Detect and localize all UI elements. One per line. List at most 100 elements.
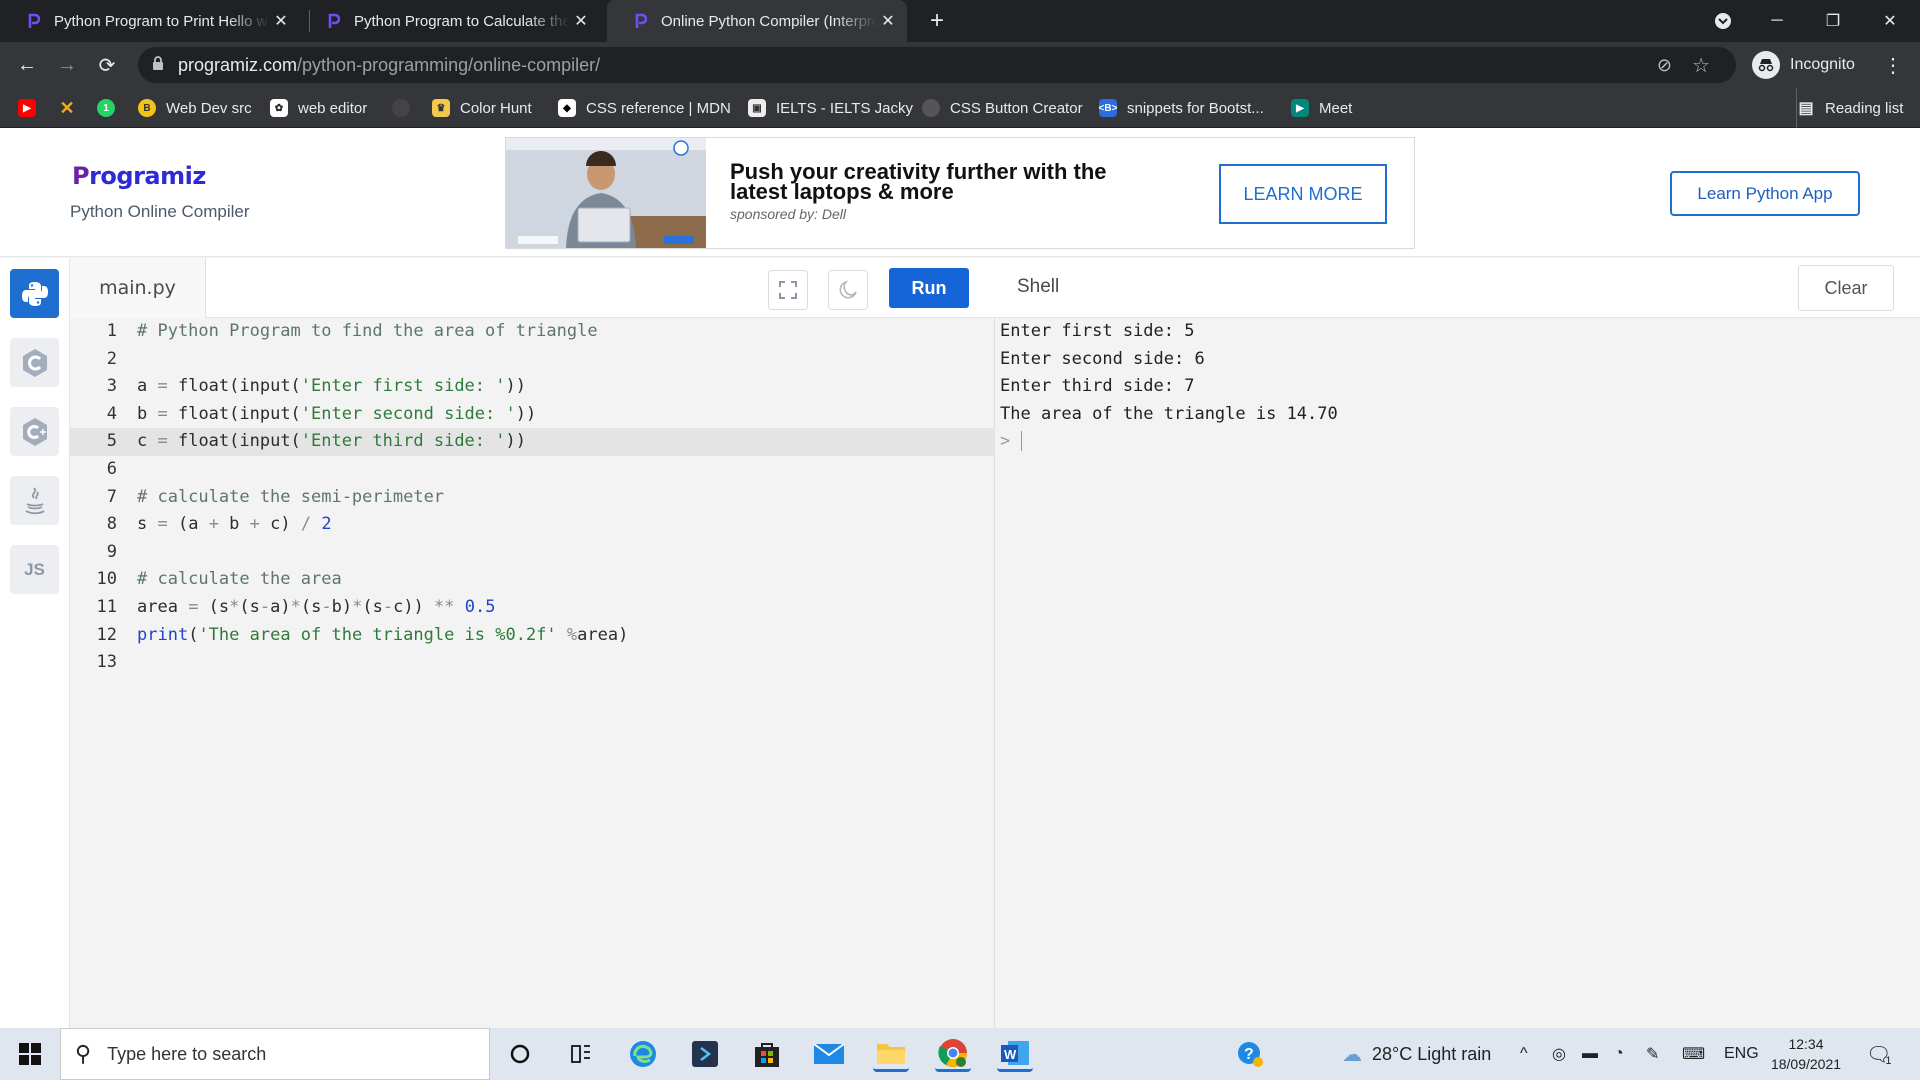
address-bar[interactable]: programiz.com/python-programming/online-… [138,47,1736,83]
bookmark-css-button-creator[interactable]: CSS Button Creator [922,88,1083,128]
advertisement-banner[interactable]: Push your creativity further with the la… [505,137,1415,249]
javascript-language-button[interactable]: JS [10,545,59,594]
bookmark-color-hunt[interactable]: ♛ Color Hunt [432,88,532,128]
code-line: 3a = float(input('Enter first side: ')) [106,376,526,397]
bookmark-web-dev-src[interactable]: B Web Dev src [138,88,252,128]
c-language-button[interactable] [10,338,59,387]
reload-icon[interactable]: ⟳ [92,50,122,80]
python-language-button[interactable] [10,269,59,318]
microsoft-store-icon[interactable] [749,1036,785,1072]
dark-mode-button[interactable] [828,270,868,310]
shell-prompt[interactable]: > [1000,428,1338,456]
wifi-icon[interactable]: ◔ [1614,1028,1624,1080]
browser-toolbar: ← → ⟳ programiz.com/python-programming/o… [0,42,1920,88]
back-arrow-icon[interactable]: ← [12,50,42,80]
logo-text: rogramiz [89,162,206,190]
browser-tab-2[interactable]: Python Program to Calculate the ✕ [300,0,600,42]
bookmark-icon: ✿ [270,99,288,117]
code-line: 2 [106,348,117,369]
close-tab-icon[interactable]: ✕ [570,10,592,32]
eye-off-icon[interactable]: ⊘ [1657,55,1672,76]
keyboard-icon[interactable]: ⌨ [1682,1028,1705,1080]
bookmark-label: CSS reference | MDN [586,99,731,117]
forward-arrow-icon[interactable]: → [52,50,82,80]
browser-tab-1[interactable]: Python Program to Print Hello w ✕ [0,0,300,42]
close-tab-icon[interactable]: ✕ [877,10,899,32]
battery-icon[interactable]: ▬ [1582,1028,1598,1080]
x-bookmark[interactable]: ✕ [58,88,86,128]
url-path: /python-programming/online-compiler/ [297,54,601,75]
input-language[interactable]: ENG [1724,1028,1759,1080]
menu-kebab-icon[interactable]: ⋮ [1878,50,1908,80]
java-language-button[interactable] [10,476,59,525]
code-line: 8s = (a + b + c) / 2 [106,514,332,535]
bookmark-icon: ▣ [748,99,766,117]
word-icon[interactable]: W [997,1036,1033,1072]
whatsapp-bookmark[interactable]: 1 [97,88,125,128]
shell-output[interactable]: Enter first side: 5 Enter second side: 6… [1000,318,1338,456]
browser-tab-3-active[interactable]: Online Python Compiler (Interpre ✕ [607,0,907,42]
bookmark-label: Meet [1319,99,1353,117]
code-editor-panel: main.py Run 1 # Python Program to find th… [70,258,995,1028]
browser-tab-title: Python Program to Print Hello w [54,12,268,30]
notification-count: 1 [1885,1055,1892,1067]
file-tab-main-py[interactable]: main.py [70,258,206,318]
restore-button[interactable]: ❐ [1805,0,1861,42]
shell-line: The area of the triangle is 14.70 [1000,403,1338,424]
notification-center[interactable]: 🗨 1 [1866,1028,1892,1080]
cortana-icon[interactable] [502,1036,538,1072]
new-tab-button[interactable]: + [922,6,952,36]
clear-button[interactable]: Clear [1798,265,1894,311]
fullscreen-button[interactable] [768,270,808,310]
code-line: 12 print('The area of the triangle is %0.… [96,624,629,645]
taskbar-search[interactable]: ⚲ Type here to search [60,1028,490,1080]
cpp-language-button[interactable] [10,407,59,456]
bookmark-snippets-bootstrap[interactable]: <B> snippets for Bootst... [1099,88,1264,128]
page-content: Programiz Python Online Compiler Push yo… [0,129,1920,1028]
programiz-logo[interactable]: Programiz [72,162,206,190]
weather-widget[interactable]: ☁ 28°C Light rain [1342,1028,1491,1080]
search-icon: ⚲ [75,1041,92,1066]
globe-icon [922,99,940,117]
bookmark-star-icon[interactable]: ☆ [1692,53,1710,78]
minimize-button[interactable]: ─ [1749,0,1805,42]
ad-image[interactable] [506,138,706,248]
bookmark-ielts[interactable]: ▣ IELTS - IELTS Jacky [748,88,913,128]
code-line: 1 # Python Program to find the area of tr… [106,321,598,341]
run-button[interactable]: Run [889,268,969,308]
bookmark-web-editor[interactable]: ✿ web editor [270,88,367,128]
chrome-icon[interactable] [935,1036,971,1072]
close-tab-icon[interactable]: ✕ [270,10,292,32]
learn-python-app-button[interactable]: Learn Python App [1670,171,1860,216]
prompt-symbol: > [1000,431,1011,452]
help-icon[interactable]: ? [1232,1036,1268,1072]
close-window-button[interactable]: ✕ [1862,0,1918,42]
meet-now-icon[interactable]: ◎ [1552,1028,1566,1080]
task-view-icon[interactable] [563,1036,599,1072]
bookmark-meet[interactable]: ▶ Meet [1291,88,1352,128]
edge-icon[interactable] [625,1036,661,1072]
browser-tab-title: Online Python Compiler (Interpre [661,12,877,30]
reading-list[interactable]: ▤ Reading list [1796,88,1903,128]
vscode-like-app-icon[interactable] [687,1036,723,1072]
github-bookmark[interactable] [392,88,420,128]
logo-prefix: P [72,162,90,190]
learn-more-button[interactable]: LEARN MORE [1219,164,1387,224]
tab-search-button[interactable] [1695,0,1751,42]
whatsapp-icon: 1 [97,99,115,117]
pen-icon[interactable]: ✎ [1646,1028,1659,1080]
code-area[interactable]: 1 # Python Program to find the area of tr… [70,318,995,677]
incognito-profile[interactable]: Incognito [1752,48,1855,82]
bookmark-css-reference[interactable]: ◆ CSS reference | MDN [558,88,731,128]
code-line-current: 5c = float(input('Enter third side: ')) [70,428,995,456]
system-clock[interactable]: 12:34 18/09/2021 [1766,1034,1846,1074]
show-hidden-icons-chevron-icon[interactable]: ^ [1520,1028,1528,1080]
mail-icon[interactable] [811,1036,847,1072]
youtube-bookmark[interactable]: ▶ [18,88,46,128]
ad-headline[interactable]: Push your creativity further with the la… [730,161,1150,203]
file-explorer-icon[interactable] [873,1036,909,1072]
windows-start-button[interactable] [0,1028,60,1080]
code-line: 9 [106,541,117,562]
bookmarks-bar: ▶ ✕ 1 B Web Dev src ✿ web editor ♛ Color Hu… [0,88,1920,128]
clock-date: 18/09/2021 [1770,1056,1842,1072]
